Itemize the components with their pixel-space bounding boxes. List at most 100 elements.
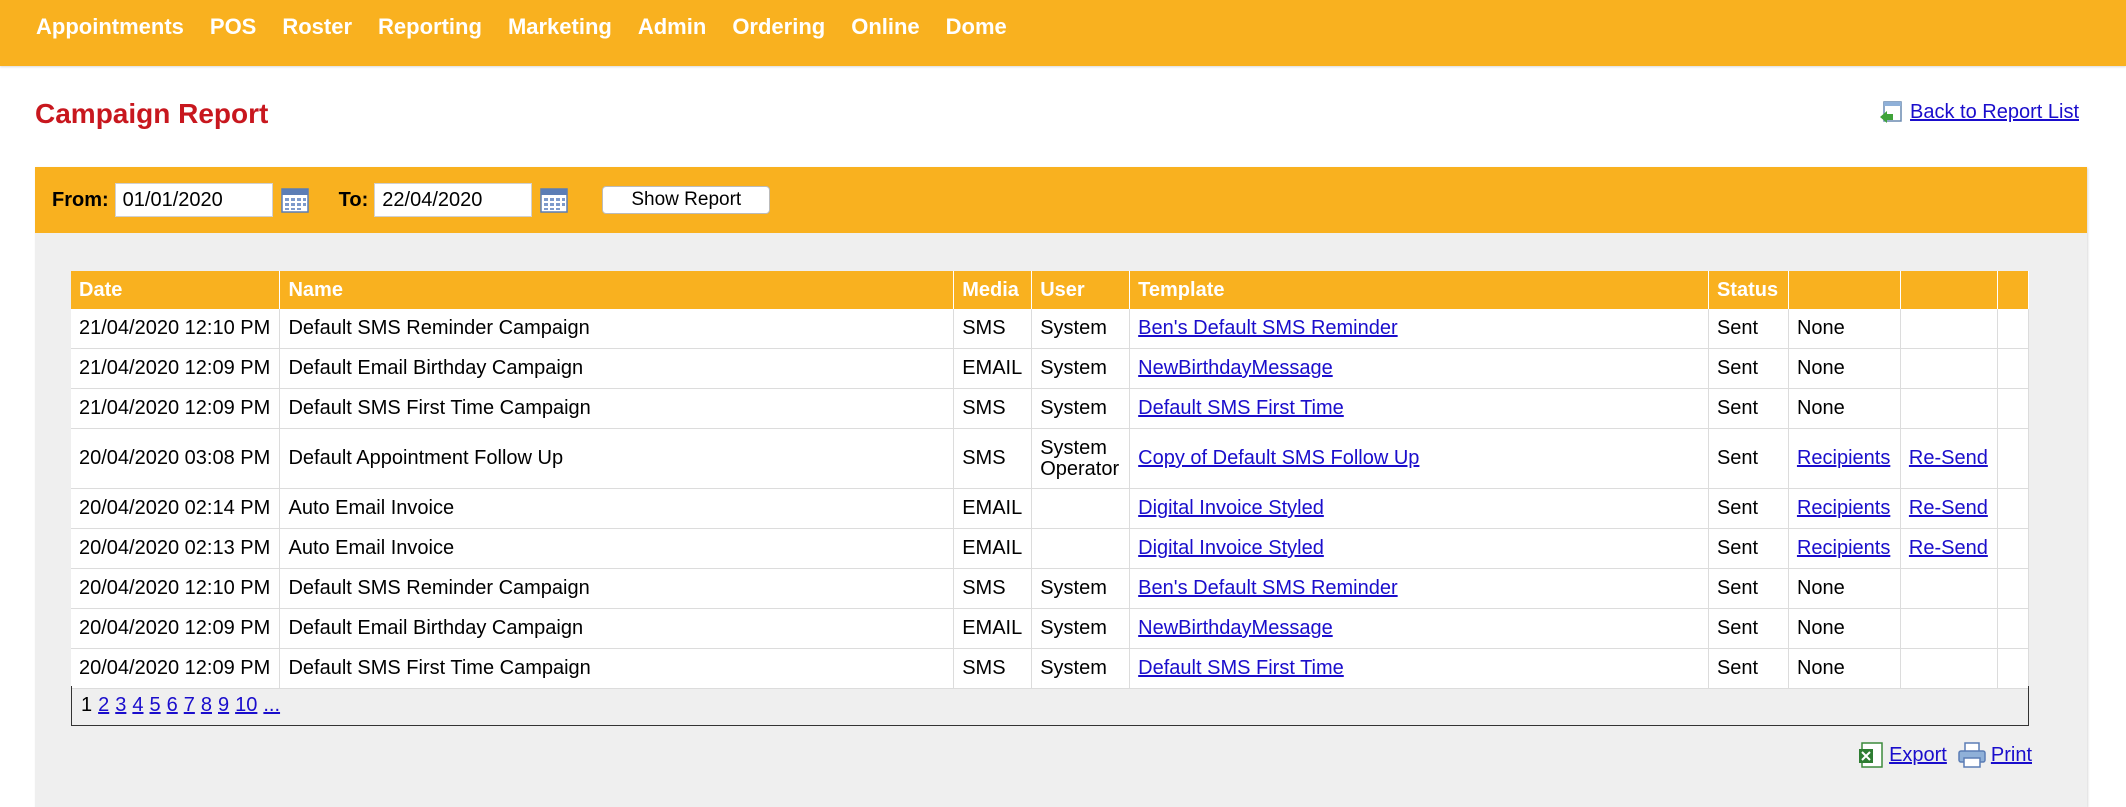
template-link[interactable]: NewBirthdayMessage [1138, 357, 1333, 379]
back-to-report-list[interactable]: Back to Report List [1878, 99, 2079, 125]
date-cell: 21/04/2020 12:10 PM [71, 309, 281, 349]
resend-cell [1900, 568, 1998, 609]
page-link[interactable]: 4 [132, 694, 143, 716]
media-cell: EMAIL [962, 617, 1023, 639]
name-cell: Default Email Birthday Campaign [288, 357, 584, 379]
date-cell: 21/04/2020 12:10 PM [79, 317, 271, 339]
footer-actions: Export Print [1857, 741, 2032, 769]
status-cell: Sent [1716, 447, 1759, 469]
nav-item-dome[interactable]: Dome [946, 14, 1007, 40]
user-cell: System [1040, 657, 1107, 679]
nav-item-roster[interactable]: Roster [282, 14, 352, 40]
table-row: 21/04/2020 12:09 PM Default SMS First Tim… [71, 388, 2030, 429]
date-cell: 20/04/2020 02:13 PM [71, 528, 281, 569]
nav-item-online[interactable]: Online [851, 14, 919, 40]
print-link[interactable]: Print [1991, 744, 2032, 767]
media-cell: EMAIL [953, 488, 1033, 529]
resend-link[interactable]: Re-Send [1909, 497, 1988, 519]
report-panel: From: To: Show Report [35, 167, 2087, 807]
resend-cell: Re-Send [1900, 488, 1998, 529]
user-cell: System [1031, 648, 1131, 689]
template-link[interactable]: NewBirthdayMessage [1138, 617, 1333, 639]
page-link[interactable]: 9 [218, 694, 229, 716]
export-link[interactable]: Export [1889, 744, 1947, 767]
nav-item-marketing[interactable]: Marketing [508, 14, 612, 40]
nav-item-ordering[interactable]: Ordering [732, 14, 825, 40]
col-header-status[interactable]: Status [1708, 271, 1789, 309]
col-header-date[interactable]: Date [71, 271, 281, 309]
page-link[interactable]: 5 [150, 694, 161, 716]
date-cell: 20/04/2020 03:08 PM [79, 447, 271, 469]
print-action[interactable]: Print [1957, 741, 2032, 769]
col-header-template[interactable]: Template [1129, 271, 1709, 309]
status-cell: Sent [1716, 537, 1759, 559]
status-cell: Sent [1708, 348, 1789, 389]
resend-link[interactable]: Re-Send [1909, 447, 1988, 469]
template-link[interactable]: Digital Invoice Styled [1138, 497, 1324, 519]
template-link[interactable]: Copy of Default SMS Follow Up [1138, 447, 1419, 469]
back-arrow-icon [1880, 101, 1902, 123]
resend-cell [1900, 648, 1998, 689]
col-header-media[interactable]: Media [953, 271, 1033, 309]
page-link[interactable]: 10 [235, 694, 257, 716]
name-cell: Default SMS First Time Campaign [279, 648, 955, 689]
template-link[interactable]: Ben's Default SMS Reminder [1138, 577, 1397, 599]
col-header-spacer [1997, 271, 2030, 309]
template-cell: Copy of Default SMS Follow Up [1129, 428, 1709, 489]
recipients-cell: None [1796, 657, 1845, 679]
table-row: 21/04/2020 12:10 PM Default SMS Reminder … [71, 309, 2030, 349]
export-action[interactable]: Export [1857, 741, 1947, 769]
recipients-cell: None [1788, 348, 1901, 389]
name-cell: Default SMS First Time Campaign [279, 388, 955, 429]
nav-item-appointments[interactable]: Appointments [36, 14, 184, 40]
recipients-cell: None [1796, 617, 1845, 639]
page-link[interactable]: 6 [167, 694, 178, 716]
user-cell: System [1031, 309, 1131, 349]
col-header-name[interactable]: Name [279, 271, 955, 309]
back-link-text[interactable]: Back to Report List [1910, 101, 2079, 124]
spacer-cell [1997, 528, 2030, 569]
recipients-link[interactable]: Recipients [1797, 537, 1890, 559]
template-link[interactable]: Digital Invoice Styled [1138, 537, 1324, 559]
nav-item-reporting[interactable]: Reporting [378, 14, 482, 40]
show-report-button[interactable]: Show Report [602, 186, 771, 214]
status-cell: Sent [1716, 617, 1759, 639]
user-cell: System [1040, 617, 1107, 639]
page-link[interactable]: 8 [201, 694, 212, 716]
template-link[interactable]: Default SMS First Time [1138, 657, 1344, 679]
excel-export-icon [1859, 742, 1883, 768]
calendar-icon[interactable] [280, 187, 309, 213]
template-link[interactable]: Ben's Default SMS Reminder [1138, 317, 1397, 339]
template-link[interactable]: Default SMS First Time [1138, 397, 1344, 419]
nav-item-pos[interactable]: POS [210, 14, 256, 40]
recipients-cell: None [1796, 317, 1845, 339]
page-link[interactable]: ... [263, 694, 280, 716]
status-cell: Sent [1716, 317, 1759, 339]
recipients-cell: None [1788, 309, 1901, 349]
page-link[interactable]: 2 [98, 694, 109, 716]
status-cell: Sent [1708, 428, 1789, 489]
resend-link[interactable]: Re-Send [1909, 537, 1988, 559]
media-cell: EMAIL [962, 357, 1023, 379]
recipients-cell: None [1788, 568, 1901, 609]
user-cell [1031, 528, 1131, 569]
template-cell: Ben's Default SMS Reminder [1129, 568, 1709, 609]
to-date-input[interactable] [374, 183, 533, 217]
media-cell: SMS [953, 648, 1033, 689]
pagination: 1 2 3 4 5 6 7 8 9 10... [71, 686, 2029, 726]
from-date-input[interactable] [114, 183, 273, 217]
date-cell: 20/04/2020 02:14 PM [79, 497, 271, 519]
media-cell: EMAIL [953, 608, 1033, 649]
page-link[interactable]: 3 [115, 694, 126, 716]
col-header-user[interactable]: User [1031, 271, 1131, 309]
nav-item-admin[interactable]: Admin [638, 14, 706, 40]
page-link[interactable]: 7 [184, 694, 195, 716]
date-cell: 20/04/2020 12:10 PM [79, 577, 271, 599]
recipients-link[interactable]: Recipients [1797, 497, 1890, 519]
calendar-icon[interactable] [540, 187, 569, 213]
date-cell: 20/04/2020 12:09 PM [79, 657, 271, 679]
table-row: 20/04/2020 03:08 PM Default Appointment F… [71, 428, 2030, 489]
template-cell: Digital Invoice Styled [1129, 528, 1709, 569]
recipients-cell: Recipients [1788, 528, 1901, 569]
recipients-link[interactable]: Recipients [1797, 447, 1890, 469]
